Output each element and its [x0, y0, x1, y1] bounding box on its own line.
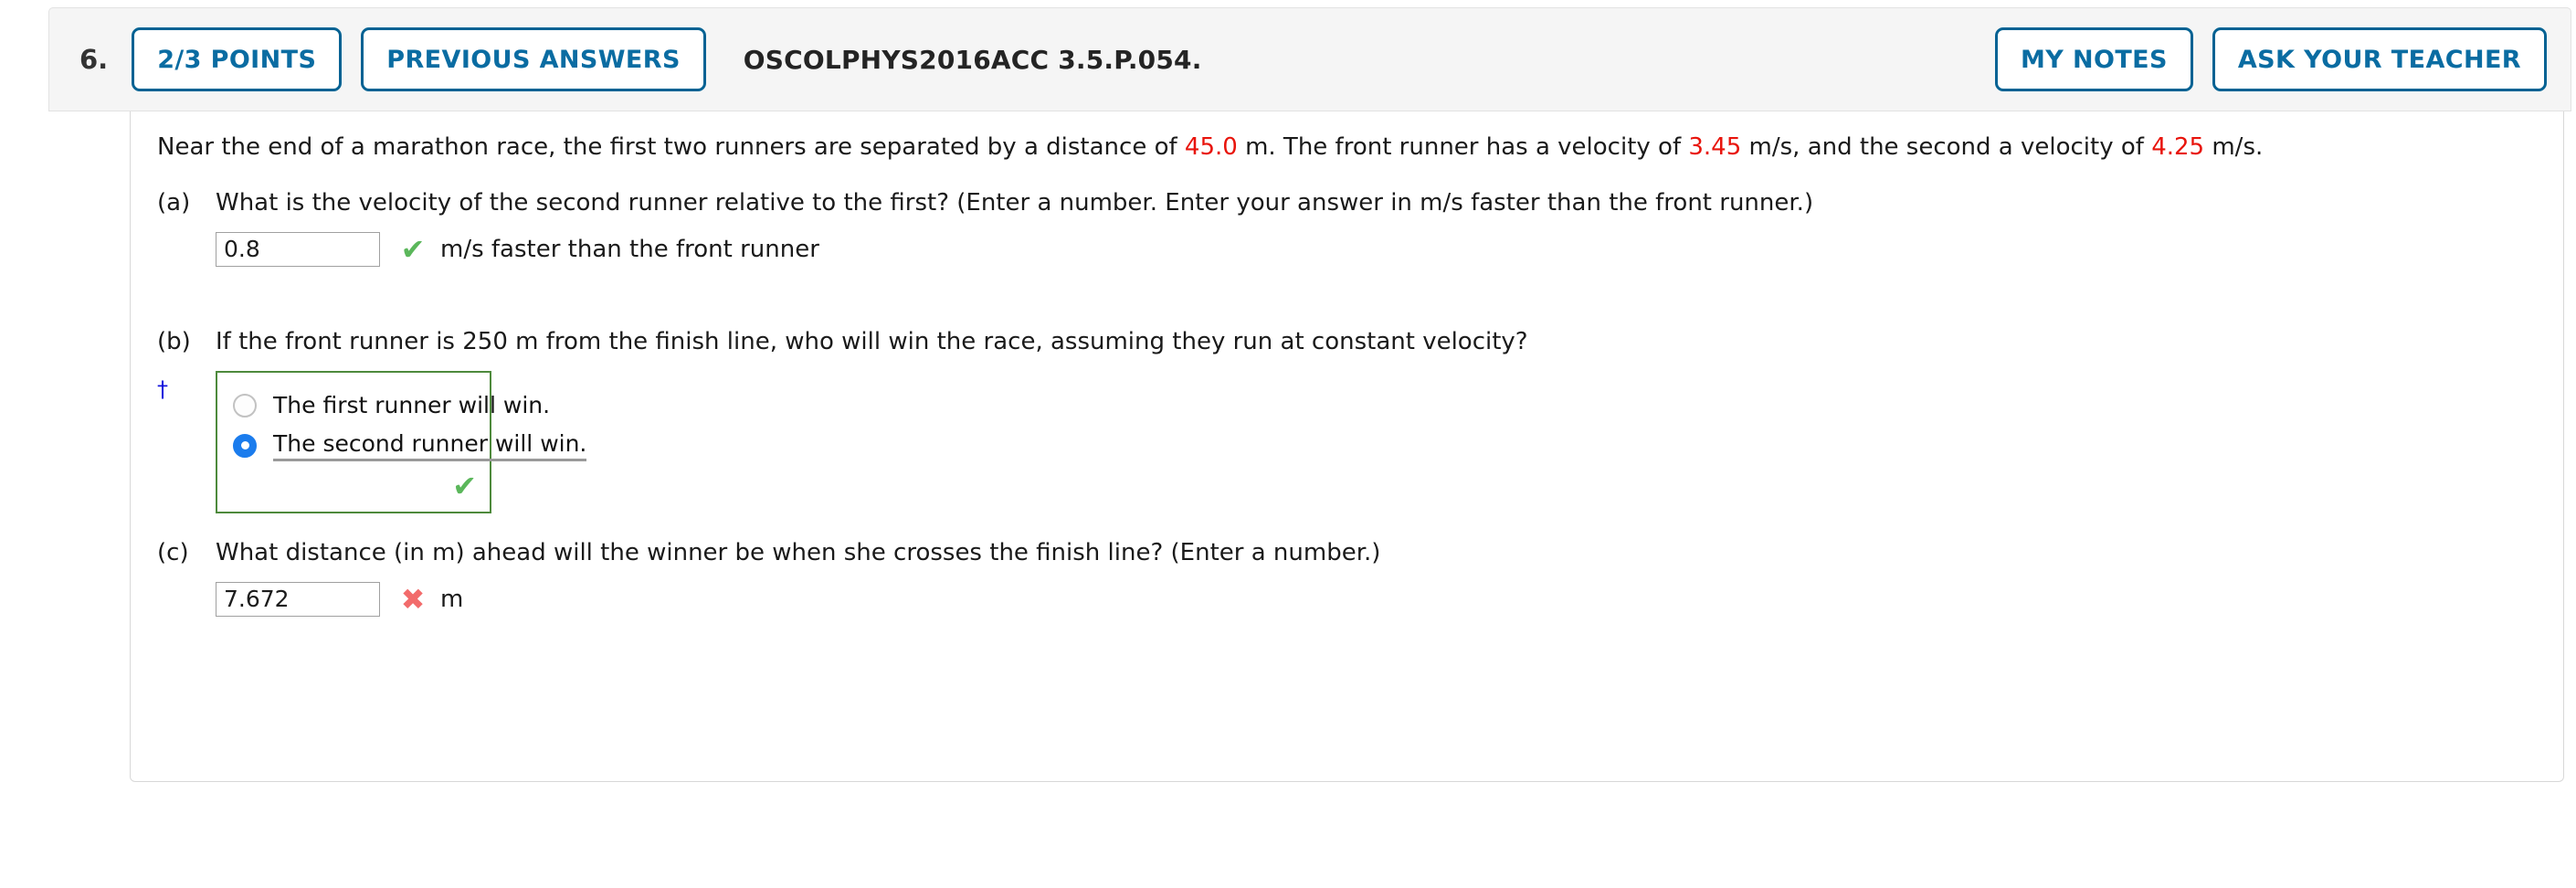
part-b-question: If the front runner is 250 m from the fi…	[216, 328, 1528, 355]
part-c-unit-label: m	[440, 585, 464, 613]
radio-button-unselected-icon[interactable]	[233, 393, 257, 418]
part-b: (b) If the front runner is 250 m from th…	[157, 327, 1528, 513]
ask-your-teacher-button[interactable]: ASK YOUR TEACHER	[2212, 27, 2547, 91]
previous-answers-button[interactable]: PREVIOUS ANSWERS	[361, 27, 706, 91]
part-a-answer-row: ✔ m/s faster than the front runner	[216, 231, 1813, 267]
part-a-unit-label: m/s faster than the front runner	[440, 235, 819, 263]
question-header: 6. 2/3 POINTS PREVIOUS ANSWERS OSCOLPHYS…	[48, 7, 2571, 111]
part-a-question: What is the velocity of the second runne…	[216, 189, 1814, 217]
part-c-question-row: (c) What distance (in m) ahead will the …	[157, 538, 1380, 569]
part-b-choice-2[interactable]: The second runner will win.	[217, 426, 587, 466]
part-a: (a) What is the velocity of the second r…	[157, 188, 1813, 267]
stem-text-3: m/s, and the second a velocity of	[1741, 133, 2152, 161]
question-number: 6.	[79, 44, 109, 75]
part-a-correct-icon: ✔	[400, 231, 426, 267]
part-c: (c) What distance (in m) ahead will the …	[157, 538, 1380, 617]
stem-text-1: Near the end of a marathon race, the fir…	[157, 133, 1185, 161]
part-a-question-row: (a) What is the velocity of the second r…	[157, 188, 1813, 219]
part-b-correct-icon: ✔	[452, 468, 477, 503]
part-a-answer-input[interactable]	[216, 231, 380, 267]
part-b-question-row: (b) If the front runner is 250 m from th…	[157, 327, 1528, 358]
part-c-answer-row: ✖ m	[216, 581, 1380, 617]
part-a-label: (a)	[157, 189, 191, 217]
part-b-choices-box: The first runner will win. The second ru…	[216, 370, 587, 513]
part-c-answer-input[interactable]	[216, 581, 380, 617]
stem-text-4: m/s.	[2204, 133, 2264, 161]
stem-value-front-velocity: 3.45	[1688, 133, 1742, 161]
points-badge[interactable]: 2/3 POINTS	[132, 27, 343, 91]
my-notes-button[interactable]: MY NOTES	[1994, 27, 2193, 91]
question-body: Near the end of a marathon race, the fir…	[130, 111, 2564, 782]
radio-button-selected-icon[interactable]	[233, 433, 257, 458]
footnote-dagger-icon[interactable]: †	[157, 376, 168, 402]
stem-value-separation: 45.0	[1184, 133, 1238, 161]
part-b-choice-2-label[interactable]: The second runner will win.	[273, 430, 587, 461]
stem-text-2: m. The front runner has a velocity of	[1237, 133, 1689, 161]
part-b-choice-1-label[interactable]: The first runner will win.	[273, 392, 550, 418]
part-b-label: (b)	[157, 328, 191, 355]
question-page: 6. 2/3 POINTS PREVIOUS ANSWERS OSCOLPHYS…	[0, 0, 2576, 888]
part-b-choice-1[interactable]: The first runner will win.	[217, 386, 550, 426]
part-c-label: (c)	[157, 539, 189, 566]
problem-statement: Near the end of a marathon race, the fir…	[157, 132, 2263, 164]
part-c-question: What distance (in m) ahead will the winn…	[216, 539, 1381, 566]
part-c-incorrect-icon: ✖	[400, 581, 426, 617]
stem-value-second-velocity: 4.25	[2151, 133, 2205, 161]
question-code: OSCOLPHYS2016ACC 3.5.P.054.	[743, 44, 1202, 75]
